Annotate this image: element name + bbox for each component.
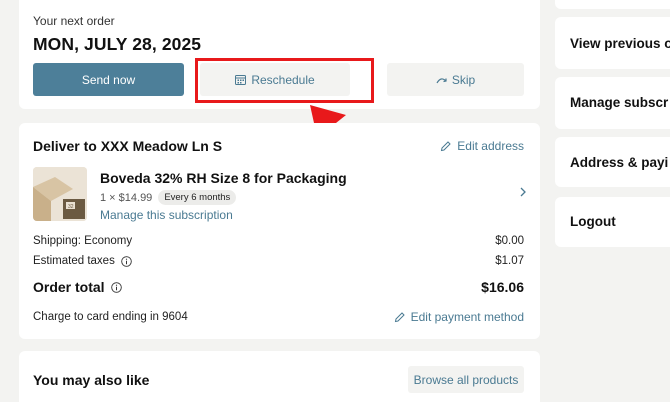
sidebar-item-label: View previous o [570, 36, 670, 51]
skip-button[interactable]: Skip [387, 63, 524, 96]
taxes-row: Estimated taxes $1.07 [33, 255, 524, 267]
also-like-title: You may also like [33, 372, 150, 388]
next-order-card: Your next order MON, JULY 28, 2025 Send … [19, 0, 540, 109]
shipping-value: $0.00 [495, 235, 524, 247]
payment-row: Charge to card ending in 9604 Edit payme… [33, 310, 524, 324]
send-now-button[interactable]: Send now [33, 63, 184, 96]
sidebar-top-card [555, 0, 670, 9]
product-price-row: 1 × $14.99 Every 6 months [100, 190, 237, 205]
order-total-value: $16.06 [481, 279, 524, 295]
skip-label: Skip [451, 72, 476, 87]
sidebar-item-label: Manage subscr [570, 95, 669, 110]
next-order-date: MON, JULY 28, 2025 [33, 34, 202, 54]
shipping-label: Shipping: Economy [33, 235, 133, 247]
charge-label: Charge to card ending in 9604 [33, 311, 188, 323]
order-total-label: Order total [33, 279, 105, 295]
browse-all-products-button[interactable]: Browse all products [408, 366, 524, 393]
product-image[interactable]: 32 [33, 167, 87, 221]
info-icon[interactable] [110, 281, 122, 293]
delivery-card: Deliver to XXX Meadow Ln S Edit address … [19, 123, 540, 339]
taxes-label: Estimated taxes [33, 255, 115, 267]
pencil-icon [441, 140, 452, 151]
next-order-label: Your next order [33, 14, 115, 28]
edit-address-link[interactable]: Edit address [440, 139, 524, 153]
pencil-icon [394, 311, 405, 322]
edit-address-label: Edit address [457, 139, 524, 153]
sidebar-item-label: Logout [570, 214, 616, 229]
also-like-card: You may also like Browse all products [19, 351, 540, 402]
shipping-row: Shipping: Economy $0.00 [33, 235, 524, 247]
product-price: 1 × $14.99 [100, 191, 153, 204]
edit-payment-label: Edit payment method [410, 310, 524, 324]
edit-payment-link[interactable]: Edit payment method [394, 310, 524, 324]
taxes-value: $1.07 [495, 255, 524, 267]
product-name[interactable]: Boveda 32% RH Size 8 for Packaging [100, 170, 347, 186]
sidebar-item-label: Address & payi [570, 155, 669, 170]
frequency-badge: Every 6 months [158, 190, 237, 205]
sidebar-item-logout[interactable]: Logout [555, 197, 670, 247]
sidebar-item-address-payment[interactable]: Address & payi [555, 137, 670, 187]
manage-subscription-link[interactable]: Manage this subscription [100, 208, 233, 222]
sidebar-item-manage-subscriptions[interactable]: Manage subscr [555, 77, 670, 129]
order-total-row: Order total $16.06 [33, 279, 524, 295]
delivery-title: Deliver to XXX Meadow Ln S [33, 138, 223, 154]
send-now-label: Send now [81, 72, 136, 87]
sidebar-item-view-previous[interactable]: View previous o [555, 17, 670, 69]
chevron-right-icon[interactable] [518, 186, 528, 198]
product-image-text: 32 [68, 204, 74, 210]
skip-arrow-icon [436, 77, 447, 83]
info-icon[interactable] [121, 255, 132, 267]
